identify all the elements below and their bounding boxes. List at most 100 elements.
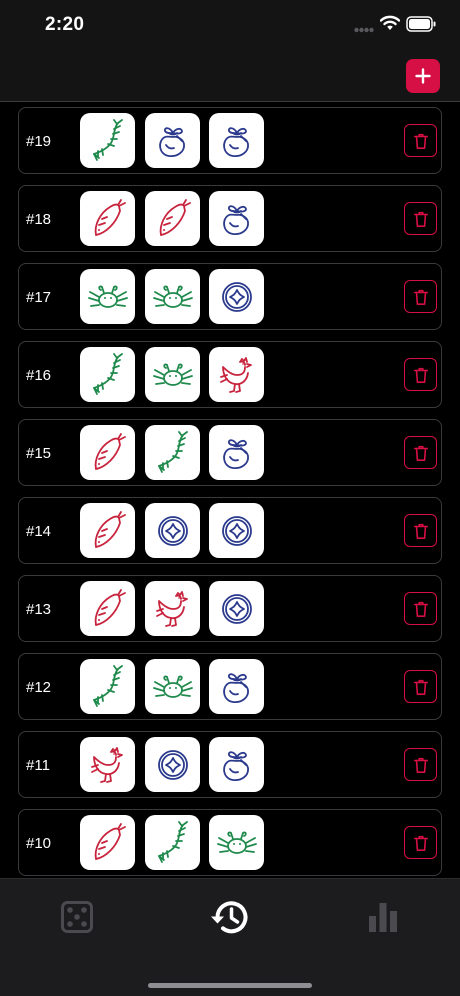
- history-row: #12: [18, 653, 442, 720]
- trash-icon: [413, 757, 428, 773]
- fish-tile: [80, 503, 135, 558]
- wifi-icon: [380, 15, 400, 30]
- shrimp-icon: [92, 664, 123, 707]
- delete-button[interactable]: [404, 280, 437, 313]
- coin-tile: [209, 581, 264, 636]
- signal-icon: [354, 27, 374, 33]
- trash-icon: [413, 445, 428, 461]
- gourd-icon: [222, 204, 249, 235]
- crab-icon: [87, 285, 128, 308]
- delete-button[interactable]: [404, 436, 437, 469]
- gourd-tile: [209, 737, 264, 792]
- crab-icon: [152, 675, 193, 698]
- roll-number: #11: [26, 757, 50, 774]
- gourd-tile: [209, 191, 264, 246]
- coin-tile: [209, 503, 264, 558]
- fish-icon: [94, 432, 126, 470]
- trash-icon: [413, 211, 428, 227]
- gourd-icon: [222, 672, 249, 703]
- roll-number: #14: [26, 523, 52, 540]
- crab-tile: [145, 659, 200, 714]
- delete-button[interactable]: [404, 358, 437, 391]
- rooster-icon: [155, 590, 188, 627]
- shrimp-tile: [145, 815, 200, 870]
- roll-number: #16: [26, 367, 52, 384]
- delete-button[interactable]: [404, 826, 437, 859]
- tab-statistics[interactable]: [361, 895, 405, 939]
- history-row: #16: [18, 341, 442, 408]
- roll-number: #13: [26, 601, 52, 618]
- delete-button[interactable]: [404, 670, 437, 703]
- history-row: #14: [18, 497, 442, 564]
- coin-icon: [221, 593, 252, 624]
- shrimp-icon: [157, 430, 188, 473]
- rooster-icon: [219, 356, 252, 393]
- history-list[interactable]: #19 #18 #17 #16 #15 #14 #13 #12 #11 #10: [0, 103, 460, 878]
- gourd-tile: [209, 113, 264, 168]
- crab-tile: [209, 815, 264, 870]
- coin-tile: [145, 503, 200, 558]
- history-row: #19: [18, 107, 442, 174]
- history-row: #18: [18, 185, 442, 252]
- crab-tile: [145, 269, 200, 324]
- fish-icon: [94, 822, 126, 860]
- trash-icon: [413, 133, 428, 149]
- delete-button[interactable]: [404, 748, 437, 781]
- rooster-tile: [209, 347, 264, 402]
- crab-tile: [80, 269, 135, 324]
- roll-number: #15: [26, 445, 52, 462]
- gourd-tile: [209, 659, 264, 714]
- fish-tile: [80, 191, 135, 246]
- plus-icon: [415, 68, 431, 84]
- home-indicator: [148, 983, 312, 988]
- rooster-icon: [90, 746, 123, 783]
- history-row: #17: [18, 263, 442, 330]
- shrimp-icon: [157, 820, 188, 863]
- shrimp-tile: [80, 347, 135, 402]
- add-button[interactable]: [406, 59, 440, 93]
- history-icon: [211, 901, 248, 934]
- coin-tile: [209, 269, 264, 324]
- tab-dice[interactable]: [55, 895, 99, 939]
- status-bar: 2:20: [0, 0, 460, 50]
- battery-icon: [406, 16, 436, 32]
- shrimp-icon: [92, 352, 123, 395]
- gourd-icon: [222, 750, 249, 781]
- crab-icon: [152, 363, 193, 386]
- delete-button[interactable]: [404, 592, 437, 625]
- gourd-tile: [145, 113, 200, 168]
- shrimp-tile: [145, 425, 200, 480]
- status-time: 2:20: [45, 14, 85, 35]
- delete-button[interactable]: [404, 202, 437, 235]
- fish-tile: [80, 815, 135, 870]
- coin-icon: [157, 749, 188, 780]
- fish-tile: [80, 581, 135, 636]
- shrimp-icon: [92, 118, 123, 161]
- crab-icon: [216, 831, 257, 854]
- coin-icon: [221, 515, 252, 546]
- history-row: #10: [18, 809, 442, 876]
- history-row: #11: [18, 731, 442, 798]
- trash-icon: [413, 523, 428, 539]
- tab-history[interactable]: [208, 895, 252, 939]
- fish-tile: [80, 425, 135, 480]
- crab-icon: [152, 285, 193, 308]
- delete-button[interactable]: [404, 124, 437, 157]
- shrimp-tile: [80, 659, 135, 714]
- coin-tile: [145, 737, 200, 792]
- rooster-tile: [80, 737, 135, 792]
- gourd-icon: [222, 126, 249, 157]
- roll-number: #17: [26, 289, 52, 306]
- nav-bar: [0, 50, 460, 102]
- trash-icon: [413, 679, 428, 695]
- fish-icon: [94, 510, 126, 548]
- trash-icon: [413, 835, 428, 851]
- gourd-tile: [209, 425, 264, 480]
- trash-icon: [413, 601, 428, 617]
- fish-icon: [94, 588, 126, 626]
- rooster-tile: [145, 581, 200, 636]
- delete-button[interactable]: [404, 514, 437, 547]
- roll-number: #19: [26, 133, 52, 150]
- history-row: #13: [18, 575, 442, 642]
- trash-icon: [413, 289, 428, 305]
